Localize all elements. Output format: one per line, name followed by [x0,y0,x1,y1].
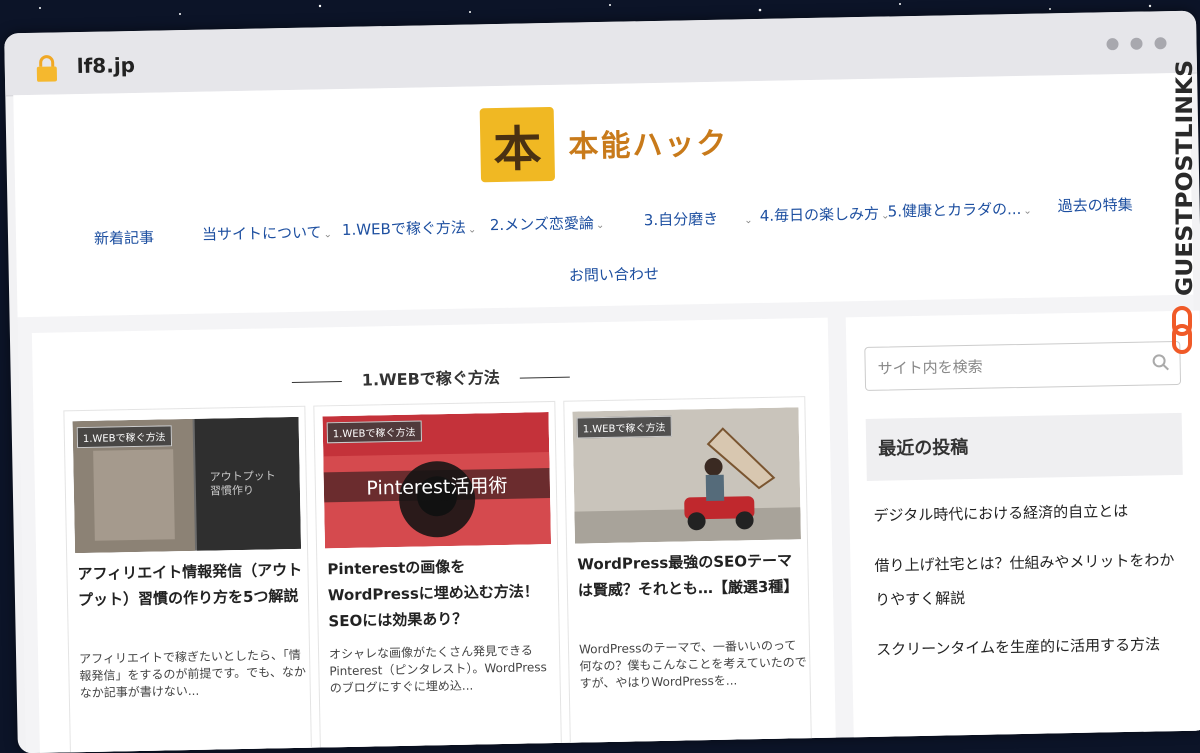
nav-item-label: 2.メンズ恋愛論 [489,214,595,235]
chevron-down-icon: ⌄ [595,219,605,232]
article-excerpt: アフィリエイトで稼ぎたいとしたら、「情報発信」をするのが前提です。でも、なかなか… [79,647,307,701]
sidebar: サイト内を検索 最近の投稿 デジタル時代における経済的自立とは 借り上げ社宅とは… [845,310,1200,753]
thumbnail-caption: アウトプット 習慣作り [209,469,276,498]
window-dot-icon[interactable] [1130,37,1143,50]
nav-item-label: 4.毎日の楽しみ方 [759,204,880,225]
heading-divider [291,381,342,383]
article-thumbnail[interactable]: 1.WEBで稼ぐ方法 [572,407,801,544]
window-controls [1106,37,1167,51]
section-heading: 1.WEBで稼ぐ方法 [33,358,829,397]
nav-item-label: お問い合わせ [568,264,660,285]
watermark-logo: GUESTPOSTLINKS [1172,60,1198,354]
main-content: 1.WEBで稼ぐ方法 1.WEBで稼ぐ方法 アウトプット 習慣作り アフィリエイ… [31,317,837,753]
nav-item-label: 5.健康とカラダの... [887,199,1022,221]
article-thumbnail[interactable]: 1.WEBで稼ぐ方法 アウトプット 習慣作り [72,416,302,554]
thumbnail-caption: Pinterest活用術 [366,474,508,500]
article-card[interactable]: 1.WEBで稼ぐ方法 Pinterest活用術 Pinterestの画像をWor… [313,400,563,753]
article-card[interactable]: 1.WEBで稼ぐ方法 WordPress最強のSEOテーマは賢威？それとも…【厳… [563,396,813,753]
section-heading-text: 1.WEBで稼ぐ方法 [361,367,500,390]
chevron-down-icon: ⌄ [467,224,477,236]
article-excerpt: WordPressのテーマで、一番いいのって何なの？僕もこんなことを考えていたの… [578,638,807,691]
chevron-down-icon: ⌄ [744,215,753,227]
heading-divider [519,376,570,379]
address-bar-url[interactable]: lf8.jp [77,53,136,78]
nav-item-past-features[interactable]: 過去の特集 [1057,194,1132,216]
lock-icon [36,55,58,82]
category-tag[interactable]: 1.WEBで稼ぐ方法 [76,425,172,449]
chevron-down-icon: ⌄ [1023,205,1032,217]
article-title[interactable]: アフィリエイト情報発信（アウトプット）習慣の作り方を5つ解説 [77,557,304,613]
nav-item-about[interactable]: 当サイトについて ⌄ [202,221,332,244]
nav-item-contact[interactable]: お問い合わせ [569,263,659,286]
site-header: 本 本能ハック 新着記事 当サイトについて ⌄ 1.WEBで稼ぐ方法 ⌄ 2.メンズ… [13,72,1194,318]
article-card[interactable]: 1.WEBで稼ぐ方法 アウトプット 習慣作り アフィリエイト情報発信（アウトプッ… [63,405,313,753]
nav-item-label: 1.WEBで稼ぐ方法 [341,218,467,239]
nav-item-daily-fun[interactable]: 4.毎日の楽しみ方 ⌄ [760,202,890,225]
link-chain-icon [1172,306,1192,354]
recent-posts-heading: 最近の投稿 [865,412,1183,481]
article-title[interactable]: Pinterestの画像をWordPressに埋め込む方法！SEOには効果あり？ [327,552,554,634]
browser-window: lf8.jp 本 本能ハック 新着記事 当サイトについて ⌄ 1.WEBで稼ぐ方… [4,10,1200,753]
nav-item-health-body[interactable]: 5.健康とカラダの... ⌄ [887,198,1032,222]
site-logo[interactable]: 本 本能ハック [479,104,729,183]
window-dot-icon[interactable] [1154,37,1167,50]
logo-mark-text: 本 [492,121,542,179]
search-input[interactable]: サイト内を検索 [864,340,1182,391]
nav-item-label: 3.自分磨き [643,209,719,230]
recent-post-link[interactable]: デジタル時代における経済的自立とは [873,493,1184,533]
category-tag[interactable]: 1.WEBで稼ぐ方法 [576,415,672,439]
nav-item-mens-love[interactable]: 2.メンズ恋愛論 ⌄ [490,212,605,235]
logo-text: 本能ハック [568,126,729,165]
guestpostlinks-watermark: GUESTPOSTLINKS [1164,60,1200,360]
main-navigation: 新着記事 当サイトについて ⌄ 1.WEBで稼ぐ方法 ⌄ 2.メンズ恋愛論 ⌄ 3.自… [16,193,1192,285]
page-content: 本 本能ハック 新着記事 当サイトについて ⌄ 1.WEBで稼ぐ方法 ⌄ 2.メンズ… [13,72,1200,753]
nav-item-label: 新着記事 [93,228,155,248]
category-tag[interactable]: 1.WEBで稼ぐ方法 [326,420,422,444]
nav-item-label: 過去の特集 [1057,195,1133,216]
watermark-text: GUESTPOSTLINKS [1173,60,1198,296]
search-placeholder: サイト内を検索 [877,357,983,378]
nav-item-web-earning[interactable]: 1.WEBで稼ぐ方法 ⌄ [342,216,477,240]
article-thumbnail[interactable]: 1.WEBで稼ぐ方法 Pinterest活用術 [322,412,552,549]
nav-item-label: 当サイトについて [201,223,322,244]
window-dot-icon[interactable] [1106,38,1119,51]
recent-post-link[interactable]: スクリーンタイムを生産的に活用する方法 [876,627,1187,667]
nav-item-new-articles[interactable]: 新着記事 [94,227,154,249]
recent-post-link[interactable]: 借り上げ社宅とは？仕組みやメリットをわかりやすく解説 [874,543,1185,617]
nav-item-self-improvement[interactable]: 3.自分磨き ⌄ [644,207,753,230]
article-title[interactable]: WordPress最強のSEOテーマは賢威？それとも…【厳選3種】 [577,547,804,603]
chevron-down-icon: ⌄ [323,229,333,241]
logo-mark: 本 [479,106,556,183]
